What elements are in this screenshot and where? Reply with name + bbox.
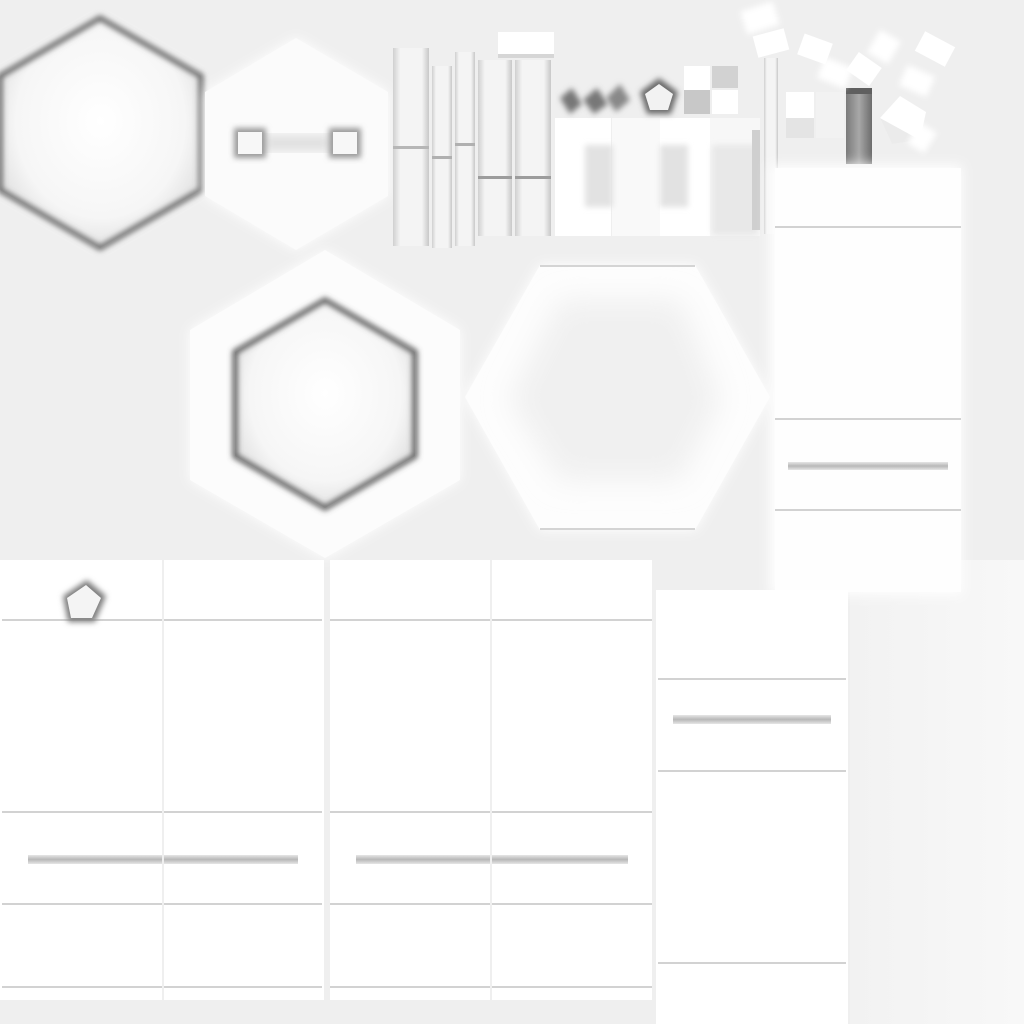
bottom-panel-island <box>330 560 490 1000</box>
bottom-panel-island <box>164 560 324 1000</box>
right-column-panel-island <box>770 165 962 595</box>
strip-panel-island <box>515 60 551 236</box>
bottom-panel-island <box>0 560 162 1000</box>
strip-panel-island <box>478 60 512 236</box>
right-column-panel-island <box>656 590 848 1024</box>
small-tab-island <box>498 32 554 58</box>
uv-texture-atlas <box>0 0 1024 1024</box>
strip-panel-island <box>393 48 429 246</box>
square-pad-island <box>234 128 266 158</box>
square-pad-island <box>329 128 361 158</box>
connector-fragment-island <box>555 118 760 236</box>
right-margin-fade <box>850 560 1024 1024</box>
strip-panel-island <box>432 66 452 248</box>
bottom-panel-island <box>492 560 652 1000</box>
strip-panel-island <box>455 52 475 246</box>
